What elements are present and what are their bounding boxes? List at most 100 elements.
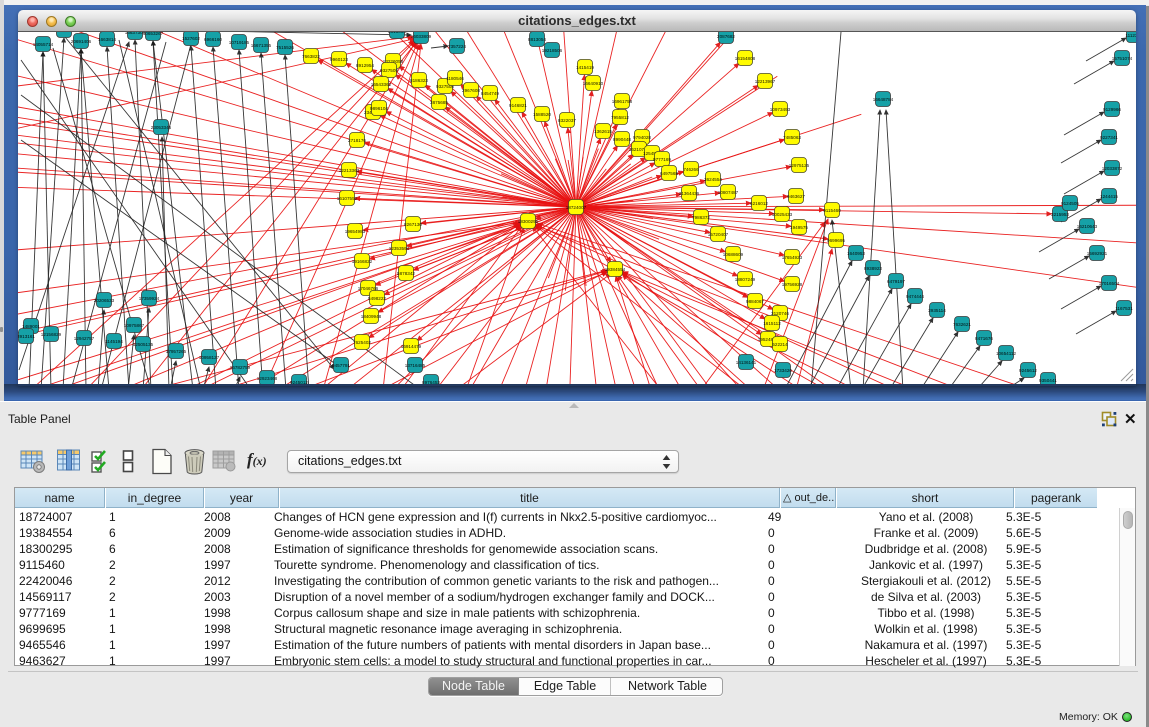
svg-text:9245012: 9245012 xyxy=(290,380,308,384)
svg-text:17654923: 17654923 xyxy=(782,255,803,260)
svg-text:7515526: 7515526 xyxy=(276,45,294,50)
svg-text:16154808: 16154808 xyxy=(735,56,756,61)
svg-text:9794028: 9794028 xyxy=(633,135,651,140)
svg-text:16107552: 16107552 xyxy=(337,196,358,201)
svg-text:9463627: 9463627 xyxy=(787,194,805,199)
svg-text:1112304: 1112304 xyxy=(1125,33,1136,38)
svg-text:20206533: 20206533 xyxy=(94,298,115,303)
svg-text:9457791: 9457791 xyxy=(332,363,350,368)
svg-text:522214: 522214 xyxy=(772,342,788,347)
svg-text:8813054: 8813054 xyxy=(388,32,406,34)
svg-text:9327509: 9327509 xyxy=(380,68,398,73)
svg-text:7485063: 7485063 xyxy=(783,135,801,140)
svg-text:23053346: 23053346 xyxy=(151,125,172,130)
svg-text:1949575: 1949575 xyxy=(790,225,808,230)
svg-text:10975867: 10975867 xyxy=(124,323,145,328)
svg-text:17957265: 17957265 xyxy=(166,349,187,354)
svg-text:8938923: 8938923 xyxy=(864,266,882,271)
svg-text:6966160: 6966160 xyxy=(204,37,222,42)
svg-text:16648784: 16648784 xyxy=(873,97,894,102)
svg-text:12353594: 12353594 xyxy=(389,246,410,251)
svg-text:2935114: 2935114 xyxy=(928,308,946,313)
svg-text:10719185: 10719185 xyxy=(229,40,250,45)
svg-text:7357224: 7357224 xyxy=(448,44,466,49)
svg-text:16640910: 16640910 xyxy=(583,81,604,86)
svg-text:20691406: 20691406 xyxy=(71,39,92,44)
svg-text:1615112: 1615112 xyxy=(763,321,781,326)
svg-text:12033872: 12033872 xyxy=(1102,166,1123,171)
svg-text:9115460: 9115460 xyxy=(823,208,841,213)
svg-text:9350441: 9350441 xyxy=(1039,378,1057,383)
svg-text:12505135: 12505135 xyxy=(133,342,154,347)
svg-text:6479197: 6479197 xyxy=(887,279,905,284)
svg-text:8990448: 8990448 xyxy=(613,137,631,142)
svg-text:8267130: 8267130 xyxy=(404,222,422,227)
svg-text:1415419: 1415419 xyxy=(576,65,594,70)
svg-text:3624554: 3624554 xyxy=(704,177,722,182)
svg-text:17016504: 17016504 xyxy=(1099,281,1120,286)
svg-text:8912954: 8912954 xyxy=(356,63,374,68)
svg-text:2087682: 2087682 xyxy=(717,34,735,39)
svg-text:1588520: 1588520 xyxy=(533,112,551,117)
svg-text:1527602: 1527602 xyxy=(182,36,200,41)
svg-text:9777169: 9777169 xyxy=(653,157,671,162)
svg-text:17046766: 17046766 xyxy=(358,286,379,291)
svg-text:1733426: 1733426 xyxy=(774,368,792,373)
svg-text:9124505: 9124505 xyxy=(1061,201,1079,206)
svg-text:7986372: 7986372 xyxy=(692,215,710,220)
svg-text:16033809: 16033809 xyxy=(411,34,432,39)
svg-text:16671355: 16671355 xyxy=(251,43,272,48)
svg-text:746266: 746266 xyxy=(683,167,699,172)
svg-text:10958127: 10958127 xyxy=(199,355,220,360)
svg-text:14136141: 14136141 xyxy=(736,360,757,365)
svg-text:3875685: 3875685 xyxy=(430,100,448,105)
svg-text:10025433: 10025433 xyxy=(772,212,793,217)
svg-text:8322037: 8322037 xyxy=(558,118,576,123)
svg-text:19756928: 19756928 xyxy=(782,282,803,287)
svg-text:6497568: 6497568 xyxy=(660,171,678,176)
svg-text:5878342: 5878342 xyxy=(397,271,415,276)
svg-text:10973493: 10973493 xyxy=(770,107,791,112)
svg-text:18807249: 18807249 xyxy=(735,277,756,282)
svg-text:1180546: 1180546 xyxy=(446,76,464,81)
svg-text:8976453: 8976453 xyxy=(422,380,440,384)
svg-text:3913161: 3913161 xyxy=(18,334,35,339)
svg-text:16961758: 16961758 xyxy=(612,99,633,104)
svg-text:12213967: 12213967 xyxy=(755,79,776,84)
svg-text:9227341: 9227341 xyxy=(1100,135,1118,140)
svg-text:18724007: 18724007 xyxy=(566,205,587,210)
svg-text:15720407: 15720407 xyxy=(708,232,729,237)
svg-text:16914479: 16914479 xyxy=(401,344,422,349)
svg-text:1167531: 1167531 xyxy=(1115,306,1133,311)
svg-text:3215953: 3215953 xyxy=(1051,212,1069,217)
svg-text:1145194: 1145194 xyxy=(105,339,123,344)
svg-text:9146821: 9146821 xyxy=(509,103,527,108)
svg-text:17359924: 17359924 xyxy=(139,296,160,301)
svg-text:9699695: 9699695 xyxy=(827,238,845,243)
svg-text:19166822: 19166822 xyxy=(352,259,373,264)
svg-text:7632621: 7632621 xyxy=(953,322,971,327)
svg-text:2718176: 2718176 xyxy=(348,138,366,143)
svg-text:8454749: 8454749 xyxy=(481,91,499,96)
svg-text:12213363: 12213363 xyxy=(339,168,360,173)
svg-text:16543362: 16543362 xyxy=(371,82,392,87)
svg-text:9884067: 9884067 xyxy=(746,299,764,304)
svg-text:19218506: 19218506 xyxy=(542,48,563,53)
svg-text:21364436: 21364436 xyxy=(679,191,700,196)
svg-text:2967608: 2967608 xyxy=(462,88,480,93)
svg-text:8186323: 8186323 xyxy=(410,78,428,83)
svg-text:8471676: 8471676 xyxy=(975,336,993,341)
svg-text:5498222: 5498222 xyxy=(368,296,386,301)
svg-text:3120746: 3120746 xyxy=(771,311,789,316)
svg-text:19654983: 19654983 xyxy=(345,229,366,234)
svg-text:13716485: 13716485 xyxy=(405,363,426,368)
svg-text:12975125: 12975125 xyxy=(789,163,810,168)
svg-text:14055714: 14055714 xyxy=(33,42,54,47)
svg-text:9896104: 9896104 xyxy=(370,106,388,111)
svg-text:12156829: 12156829 xyxy=(41,332,62,337)
svg-text:10653267: 10653267 xyxy=(143,32,164,36)
svg-text:9245612: 9245612 xyxy=(1019,368,1037,373)
svg-text:16210643: 16210643 xyxy=(1077,224,1098,229)
svg-text:7663822: 7663822 xyxy=(302,54,320,59)
svg-text:1489001: 1489001 xyxy=(22,324,40,329)
